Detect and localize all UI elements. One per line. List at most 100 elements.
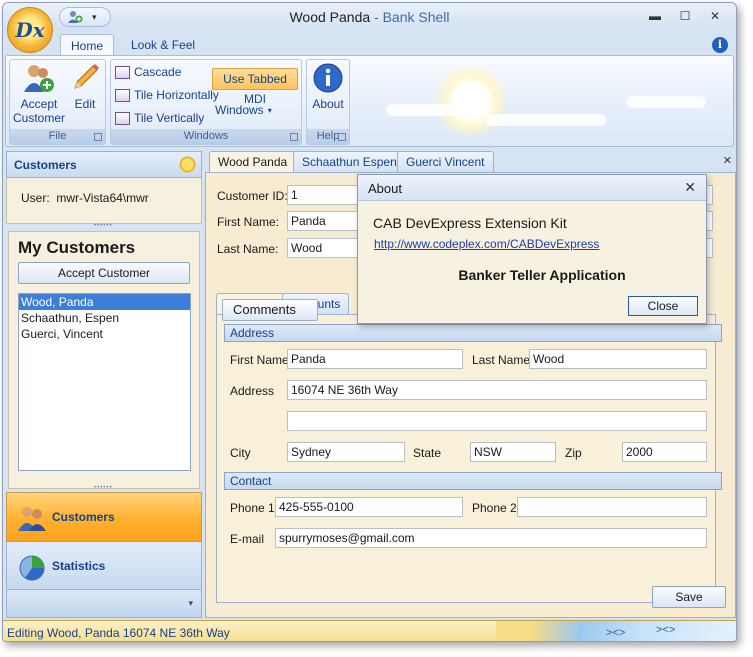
accept-customer-icon bbox=[23, 62, 55, 94]
list-item[interactable]: Guerci, Vincent bbox=[19, 326, 190, 342]
window-title-main: Wood Panda bbox=[289, 9, 371, 25]
edit-button[interactable]: Edit bbox=[68, 62, 102, 111]
phone2-label: Phone 2 bbox=[472, 501, 517, 515]
about-dialog-title: About bbox=[368, 181, 402, 196]
window-title: Wood Panda - Bank Shell bbox=[3, 9, 736, 25]
fish-icon: ><> bbox=[656, 624, 676, 636]
close-icon[interactable]: ✕ bbox=[702, 7, 728, 25]
about-kit-name: CAB DevExpress Extension Kit bbox=[373, 215, 567, 231]
file-group-label: File bbox=[10, 129, 105, 144]
cloud-decoration bbox=[486, 114, 606, 126]
ribbon-tab-home[interactable]: Home bbox=[60, 34, 115, 56]
ribbon-group-file: Accept Customer Edit File bbox=[9, 59, 106, 145]
address-section-header: Address bbox=[224, 324, 722, 342]
info-icon bbox=[312, 62, 344, 94]
my-customers-panel: My Customers Accept Customer Wood, Panda… bbox=[8, 231, 200, 489]
file-group-launcher-icon[interactable] bbox=[94, 133, 102, 141]
fish-icon: ><> bbox=[606, 627, 626, 639]
city-label: City bbox=[230, 446, 251, 460]
chevron-down-icon[interactable]: ▾ bbox=[188, 598, 193, 609]
my-customers-title: My Customers bbox=[18, 238, 136, 257]
last-name-label: Last Name: bbox=[217, 242, 279, 256]
save-button[interactable]: Save bbox=[652, 586, 726, 608]
nav-item-statistics[interactable]: Statistics bbox=[6, 542, 202, 590]
customer-list[interactable]: Wood, Panda Schaathun, Espen Guerci, Vin… bbox=[18, 293, 191, 471]
about-close-button[interactable]: Close bbox=[628, 296, 698, 316]
accept-customer-label: Accept Customer bbox=[12, 97, 65, 125]
phone1-label: Phone 1 bbox=[230, 501, 275, 515]
windows-menu-button[interactable]: Windows ▾ bbox=[215, 100, 272, 120]
address-first-name-label: First Name bbox=[230, 353, 289, 367]
phone1-field[interactable]: 425-555-0100 bbox=[275, 497, 463, 517]
accept-customer-sidebar-button[interactable]: Accept Customer bbox=[18, 262, 190, 284]
zip-field[interactable]: 2000 bbox=[622, 442, 707, 462]
splitter-handle[interactable]: •••••• bbox=[94, 223, 113, 229]
application-menu-button[interactable]: Dx bbox=[7, 7, 53, 53]
info-icon[interactable]: i bbox=[712, 37, 728, 53]
close-icon[interactable]: ✕ bbox=[684, 179, 696, 196]
ribbon-tab-look-and-feel[interactable]: Look & Feel bbox=[121, 34, 205, 56]
email-label: E-mail bbox=[230, 532, 265, 546]
sun-icon bbox=[179, 156, 196, 173]
cascade-label: Cascade bbox=[134, 65, 182, 79]
close-tab-icon[interactable]: ✕ bbox=[723, 154, 732, 167]
status-text: Editing Wood, Panda 16074 NE 36th Way bbox=[7, 626, 230, 640]
about-dialog: About ✕ CAB DevExpress Extension Kit htt… bbox=[357, 174, 707, 324]
address-line2-field[interactable] bbox=[287, 411, 707, 431]
address-last-name-label: Last Name bbox=[472, 353, 531, 367]
maximize-icon[interactable]: ☐ bbox=[672, 7, 698, 25]
address-line1-field[interactable]: 16074 NE 36th Way bbox=[287, 380, 707, 400]
customers-icon bbox=[17, 503, 47, 533]
cloud-decoration bbox=[386, 104, 476, 116]
app-logo-text: Dx bbox=[15, 18, 45, 42]
comments-tab[interactable]: Comments bbox=[222, 299, 318, 321]
first-name-label: First Name: bbox=[217, 215, 280, 229]
about-app-name: Banker Teller Application bbox=[458, 267, 626, 283]
codeplex-link[interactable]: http://www.codeplex.com/CABDevExpress bbox=[374, 237, 599, 251]
tile-vertically-label: Tile Vertically bbox=[134, 111, 205, 125]
list-item[interactable]: Schaathun, Espen bbox=[19, 310, 190, 326]
edit-label: Edit bbox=[74, 97, 96, 111]
tile-horizontally-label: Tile Horizontally bbox=[134, 88, 219, 102]
nav-item-customers[interactable]: Customers bbox=[6, 492, 202, 542]
about-button[interactable]: About bbox=[309, 62, 347, 111]
windows-group-launcher-icon[interactable] bbox=[290, 133, 298, 141]
tile-vertically-button[interactable]: Tile Vertically bbox=[115, 108, 204, 128]
ribbon-group-windows: Cascade Tile Horizontally Tile Verticall… bbox=[110, 59, 302, 145]
windows-menu-label: Windows bbox=[215, 103, 264, 117]
nav-statistics-label: Statistics bbox=[52, 559, 106, 573]
phone2-field[interactable] bbox=[517, 497, 707, 517]
state-field[interactable]: NSW bbox=[470, 442, 556, 462]
use-tabbed-mdi-button[interactable]: Use Tabbed MDI bbox=[212, 68, 298, 106]
address-first-name-field[interactable]: Panda bbox=[287, 349, 463, 369]
cloud-decoration bbox=[626, 96, 706, 108]
tab-wood-panda[interactable]: Wood Panda bbox=[209, 151, 297, 173]
splitter-handle[interactable]: •••••• bbox=[94, 485, 113, 491]
tile-horizontally-button[interactable]: Tile Horizontally bbox=[115, 85, 219, 105]
list-item[interactable]: Wood, Panda bbox=[19, 294, 190, 310]
zip-label: Zip bbox=[565, 446, 582, 460]
nav-customers-label: Customers bbox=[52, 510, 115, 524]
pie-chart-icon bbox=[17, 552, 47, 582]
about-dialog-title-bar[interactable]: About ✕ bbox=[358, 175, 706, 201]
contact-section-header: Contact bbox=[224, 472, 722, 490]
customers-panel-title: Customers bbox=[14, 158, 77, 172]
nav-pane-options[interactable]: ▾ bbox=[6, 590, 202, 618]
title-bar[interactable]: ▾ Wood Panda - Bank Shell ▬ ☐ ✕ bbox=[3, 3, 736, 31]
sea-decoration: ><> ><> bbox=[496, 621, 736, 641]
address-last-name-field[interactable]: Wood bbox=[529, 349, 707, 369]
cascade-icon bbox=[115, 65, 130, 79]
city-field[interactable]: Sydney bbox=[287, 442, 405, 462]
tab-schaathun-espen[interactable]: Schaathun Espen bbox=[293, 151, 406, 172]
about-label: About bbox=[312, 97, 344, 111]
window-title-sub: - Bank Shell bbox=[370, 9, 450, 25]
cascade-button[interactable]: Cascade bbox=[115, 62, 181, 82]
tile-horizontally-icon bbox=[115, 88, 130, 102]
pencil-icon bbox=[69, 62, 101, 94]
state-label: State bbox=[413, 446, 442, 460]
tab-guerci-vincent[interactable]: Guerci Vincent bbox=[397, 151, 494, 172]
accept-customer-button[interactable]: Accept Customer bbox=[12, 62, 66, 125]
email-field[interactable]: spurrymoses@gmail.com bbox=[275, 528, 707, 548]
help-group-launcher-icon[interactable] bbox=[338, 133, 346, 141]
minimize-icon[interactable]: ▬ bbox=[642, 7, 668, 25]
